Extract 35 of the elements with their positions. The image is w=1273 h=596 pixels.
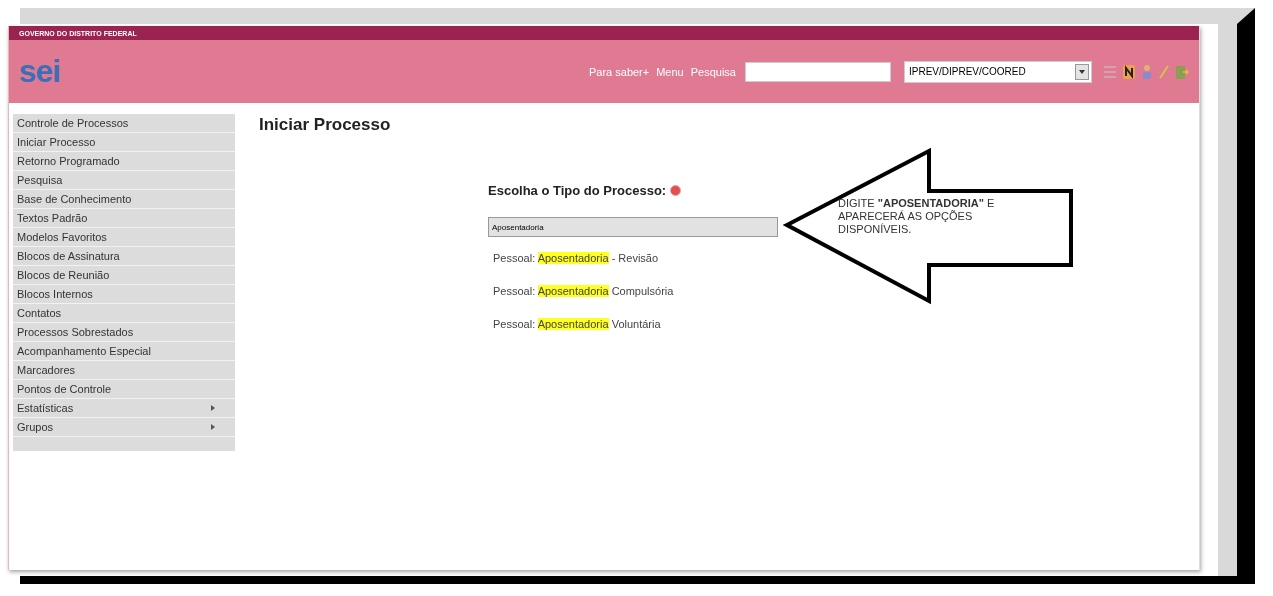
sidebar-item[interactable]: Blocos de Assinatura <box>13 247 235 266</box>
help-icon[interactable] <box>670 185 682 196</box>
search-field[interactable] <box>745 61 891 82</box>
note-icon[interactable] <box>1122 63 1136 80</box>
sei-logo: sei <box>19 53 61 90</box>
submenu-arrow-icon <box>211 424 215 430</box>
unit-select[interactable]: IPREV/DIPREV/COORED <box>904 60 1092 83</box>
sidebar-item[interactable]: Marcadores <box>13 361 235 380</box>
suggestion-item[interactable]: Pessoal: Aposentadoria - Revisão <box>493 247 659 270</box>
sidebar-item[interactable]: Retorno Programado <box>13 152 235 171</box>
sidebar-item[interactable]: Modelos Favoritos <box>13 228 235 247</box>
dropdown-button[interactable] <box>1075 63 1089 80</box>
process-type-field[interactable]: Aposentadoria <box>488 217 778 237</box>
sidebar-item[interactable]: Controle de Processos <box>13 114 235 133</box>
page-title: Iniciar Processo <box>259 115 392 135</box>
user-icon[interactable] <box>1141 63 1153 80</box>
sidebar-item[interactable]: Textos Padrão <box>13 209 235 228</box>
suggestion-item[interactable]: Pessoal: Aposentadoria Compulsória <box>493 280 674 303</box>
sidebar-item[interactable]: Pontos de Controle <box>13 380 235 399</box>
submenu-arrow-icon <box>211 405 215 411</box>
pencil-icon[interactable] <box>1158 63 1170 80</box>
field-label: Escolha o Tipo do Processo: <box>488 183 667 198</box>
sidebar-item[interactable]: Contatos <box>13 304 235 323</box>
sidebar-item[interactable]: Blocos de Reunião <box>13 266 235 285</box>
suggestion-item[interactable]: Pessoal: Aposentadoria Voluntária <box>493 313 661 336</box>
sidebar-item[interactable]: Iniciar Processo <box>13 133 235 152</box>
sidebar-item[interactable]: Estatísticas <box>13 399 235 418</box>
callout-text: DIGITE "APOSENTADORIA" E APARECERÁ AS OPÇÕES DISPONÍVEIS. <box>838 197 996 236</box>
sidebar-item[interactable]: Blocos Internos <box>13 285 235 304</box>
sidebar-item[interactable]: Acompanhamento Especial <box>13 342 235 361</box>
sidebar-item[interactable]: Processos Sobrestados <box>13 323 235 342</box>
sidebar-item[interactable]: Pesquisa <box>13 171 235 190</box>
sidebar-item[interactable]: Base de Conhecimento <box>13 190 235 209</box>
exit-icon[interactable] <box>1175 63 1189 80</box>
sidebar-item[interactable]: Grupos <box>13 418 235 437</box>
